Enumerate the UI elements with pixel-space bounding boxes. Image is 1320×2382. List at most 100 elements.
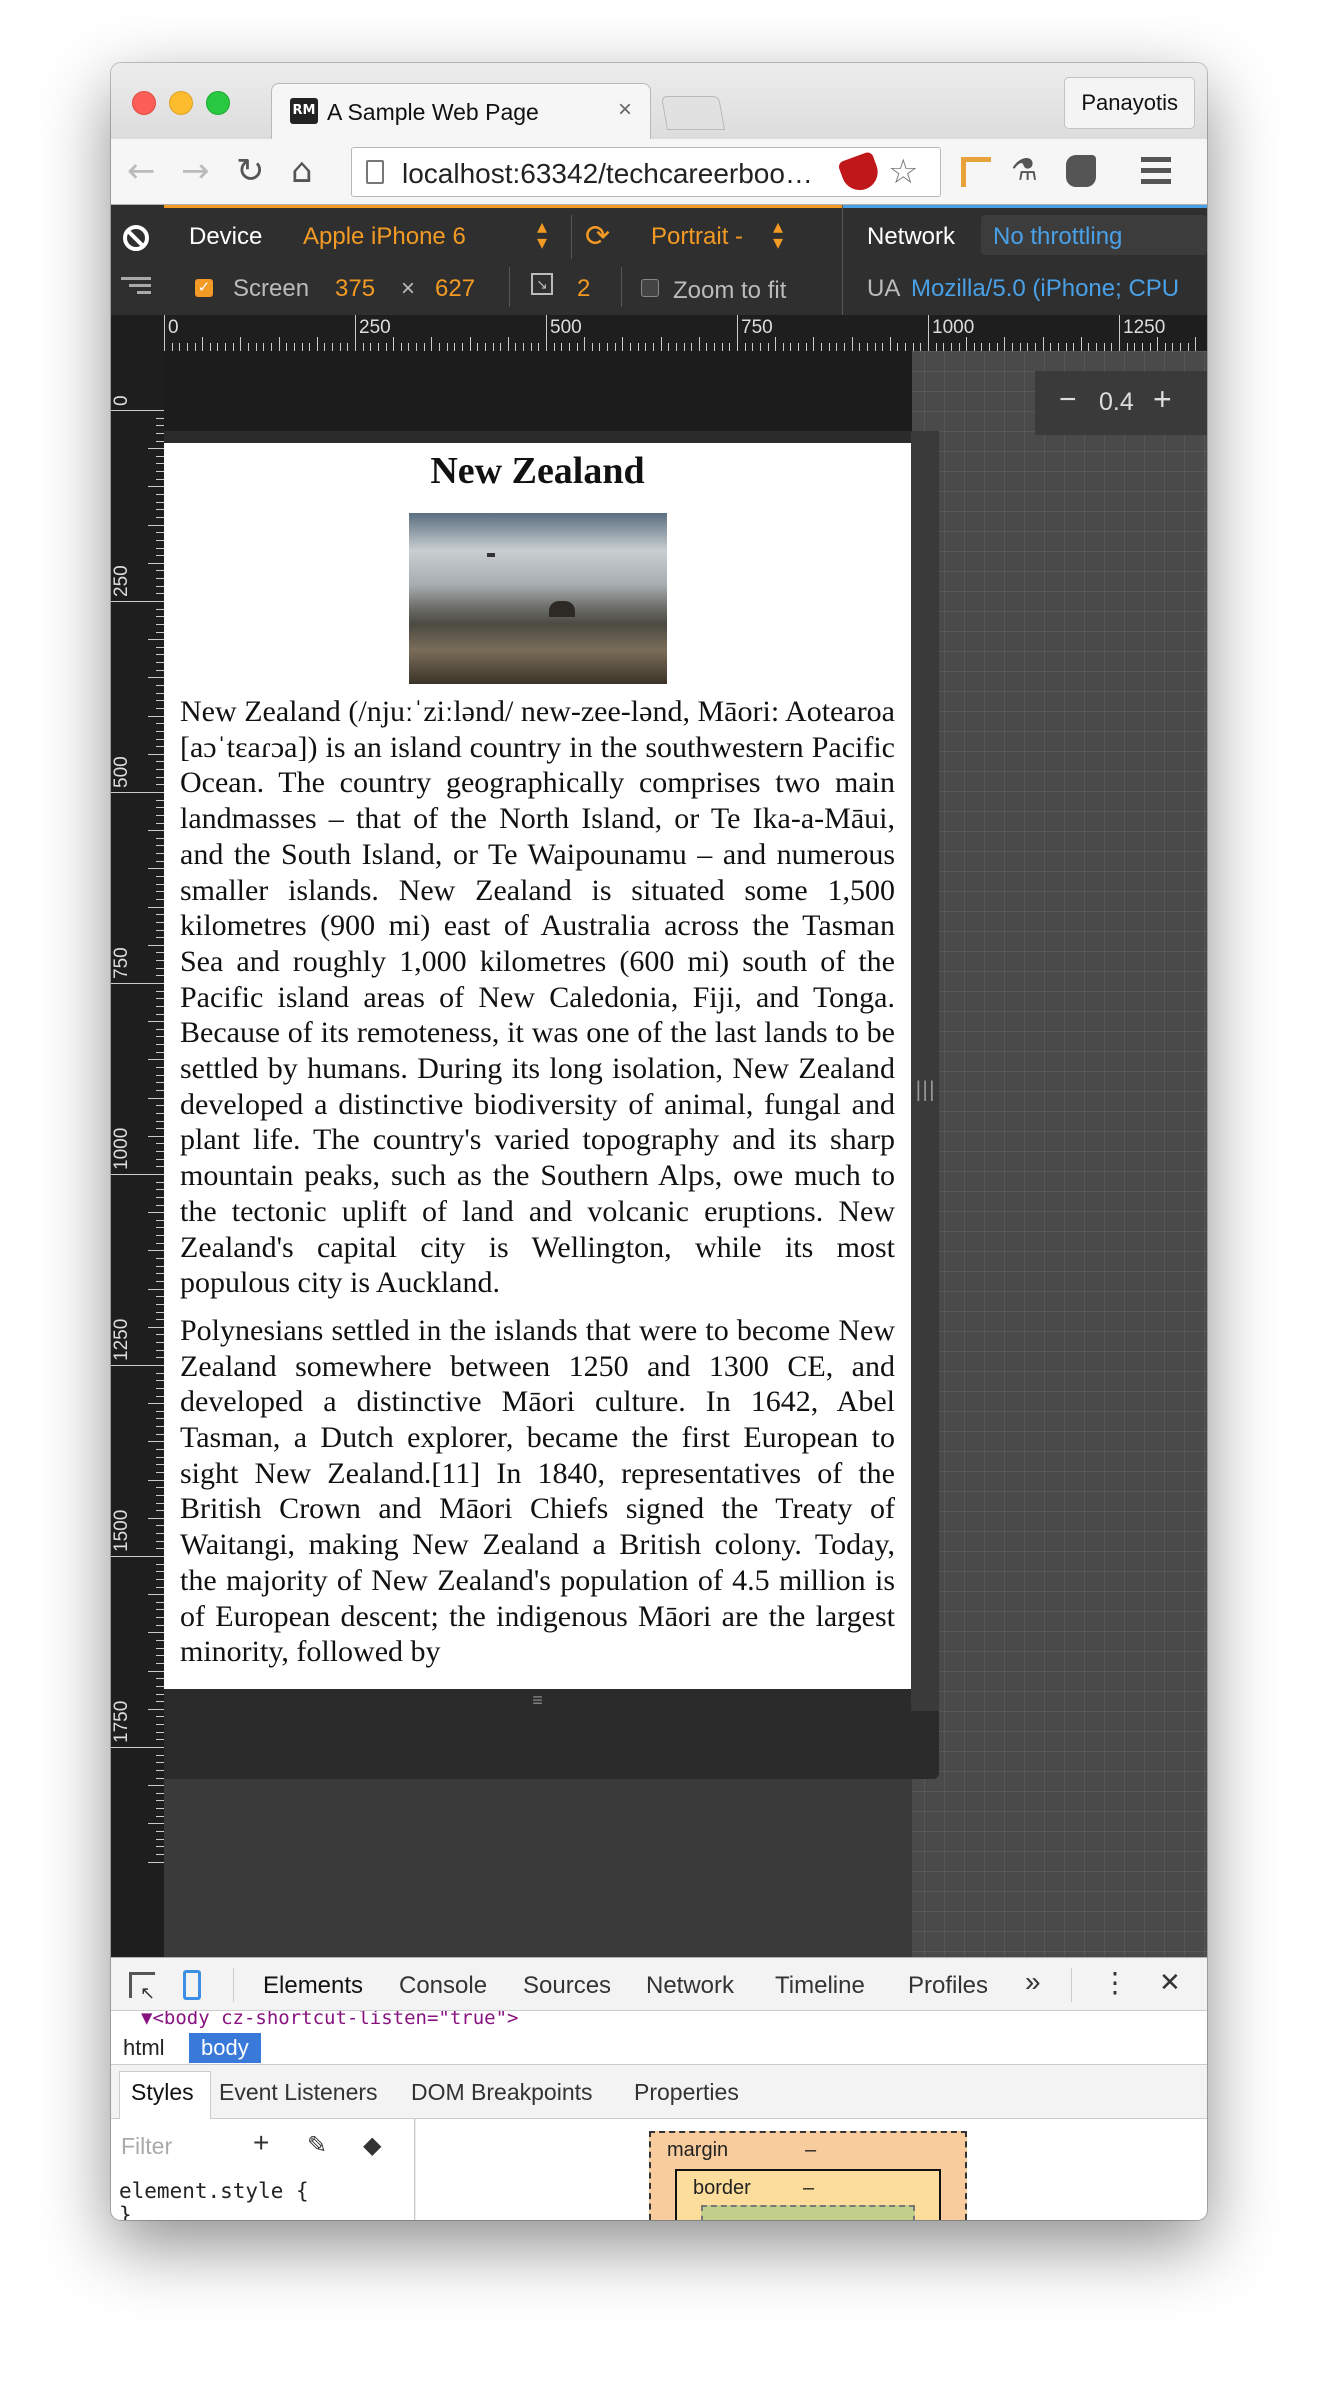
disable-device-mode-icon[interactable] xyxy=(123,225,149,251)
tab-console[interactable]: Console xyxy=(399,1972,487,2000)
orientation-select[interactable]: Portrait - xyxy=(651,223,743,251)
ruler-tick xyxy=(569,343,570,351)
inspect-element-icon[interactable]: ↖ xyxy=(129,1972,155,2003)
ruler-tick xyxy=(661,337,662,351)
new-tab-button[interactable] xyxy=(661,96,725,130)
dom-tree-line[interactable]: ▼<body cz-shortcut-listen="true"> xyxy=(111,2011,1207,2029)
close-window-button[interactable] xyxy=(132,91,156,115)
ruler-tick xyxy=(966,337,967,351)
screen-height[interactable]: 627 xyxy=(435,275,475,303)
home-icon[interactable]: ⌂ xyxy=(291,151,313,191)
rotate-icon[interactable]: ⟳ xyxy=(585,219,610,254)
ruler-tick xyxy=(111,410,164,411)
ruler-tick xyxy=(156,1205,164,1206)
ruler-tick xyxy=(156,1067,164,1068)
ruler-tick xyxy=(156,1686,164,1687)
address-bar[interactable]: localhost:63342/techcareerboo… ☆ xyxy=(351,147,941,197)
zoom-window-button[interactable] xyxy=(206,91,230,115)
more-tabs-icon[interactable]: » xyxy=(1025,1966,1041,1998)
styles-filter-input[interactable]: Filter xyxy=(121,2133,172,2160)
element-style-rule[interactable]: element.style { xyxy=(119,2179,309,2203)
back-arrow-icon[interactable]: ← xyxy=(127,151,156,191)
zoom-in-button[interactable]: + xyxy=(1153,383,1172,415)
subtab-styles[interactable]: Styles xyxy=(131,2079,194,2106)
box-model-padding[interactable] xyxy=(701,2205,915,2220)
ruler-tick xyxy=(852,337,853,351)
tab-close-icon[interactable]: × xyxy=(618,96,632,124)
browser-tab[interactable]: RM A Sample Web Page × xyxy=(271,83,651,141)
ruler-tick xyxy=(424,343,425,351)
ruler-tick xyxy=(156,914,164,915)
ruler-tick xyxy=(156,654,164,655)
ruler-tick xyxy=(1081,337,1082,351)
devtools-close-icon[interactable]: ✕ xyxy=(1159,1968,1181,1998)
zoom-out-button[interactable]: − xyxy=(1059,385,1077,415)
breadcrumb-body[interactable]: body xyxy=(189,2033,261,2063)
device-pixel-ratio[interactable]: 2 xyxy=(577,275,590,303)
menu-icon[interactable] xyxy=(1141,157,1171,185)
forward-arrow-icon[interactable]: → xyxy=(181,151,210,191)
ruler-tick xyxy=(1050,343,1051,351)
subtab-properties[interactable]: Properties xyxy=(634,2079,739,2106)
ruler-tick xyxy=(156,708,164,709)
ruler-tick xyxy=(859,343,860,351)
subtab-dom-breakpoints[interactable]: DOM Breakpoints xyxy=(411,2079,593,2106)
ruler-tick xyxy=(156,1052,164,1053)
tab-elements[interactable]: Elements xyxy=(263,1972,363,2000)
ruler-tick xyxy=(148,1594,164,1595)
border-label: border xyxy=(693,2177,751,2199)
device-select[interactable]: Apple iPhone 6 xyxy=(303,223,466,251)
subtab-event-listeners[interactable]: Event Listeners xyxy=(219,2079,378,2106)
ruler-tick xyxy=(760,343,761,351)
device-mode-icon[interactable] xyxy=(183,1970,201,2000)
ruby-extension-icon[interactable] xyxy=(837,150,883,196)
screen-checkbox[interactable]: ✓ xyxy=(195,279,213,297)
ruler-tick xyxy=(148,945,164,946)
box-model-border[interactable]: border – xyxy=(675,2169,941,2220)
tab-profiles[interactable]: Profiles xyxy=(908,1972,988,2000)
orientation-arrows-icon[interactable]: ▴ ▾ xyxy=(773,217,783,253)
eyedropper-icon[interactable]: ⚗ xyxy=(1011,153,1047,189)
dom-body-line[interactable]: ▼<body cz-shortcut-listen="true"> xyxy=(141,2011,519,2028)
ruler-tick xyxy=(156,1625,164,1626)
ruler-tick xyxy=(515,343,516,351)
ruler-tick xyxy=(897,343,898,351)
ruler-tick xyxy=(148,754,164,755)
ruler-tick xyxy=(156,823,164,824)
breadcrumb-html[interactable]: html xyxy=(111,2033,177,2063)
profile-button[interactable]: Panayotis xyxy=(1064,77,1195,129)
ua-value[interactable]: Mozilla/5.0 (iPhone; CPU xyxy=(911,275,1179,303)
tab-sources[interactable]: Sources xyxy=(523,1972,611,2000)
extension-icon[interactable] xyxy=(961,157,991,187)
ruler-label: 1000 xyxy=(111,1127,132,1170)
zoom-to-fit-checkbox[interactable] xyxy=(641,279,659,297)
ruler-tick xyxy=(156,1044,164,1045)
ruler-label: 500 xyxy=(550,317,582,338)
devtools-tab-bar: ↖ Elements Console Sources Network Timel… xyxy=(111,1957,1207,2011)
tab-title: A Sample Web Page xyxy=(327,99,539,125)
evernote-icon[interactable] xyxy=(1066,155,1096,187)
device-select-arrows-icon[interactable]: ▴ ▾ xyxy=(537,217,547,253)
screen-width[interactable]: 375 xyxy=(335,275,375,303)
ruler-tick xyxy=(806,343,807,351)
ruler-tick xyxy=(928,315,929,351)
pin-icon[interactable]: ✎ xyxy=(307,2131,327,2159)
bookmark-star-icon[interactable]: ☆ xyxy=(888,152,918,192)
ruler-tick xyxy=(156,853,164,854)
devtools-menu-icon[interactable]: ⋮ xyxy=(1101,1966,1129,1999)
browser-window: RM A Sample Web Page × Panayotis ← → ↻ ⌂… xyxy=(111,63,1207,2220)
ruler-tick xyxy=(156,991,164,992)
ruler-tick xyxy=(745,343,746,351)
ruler-tick xyxy=(355,315,356,351)
media-query-icon[interactable] xyxy=(121,277,151,297)
tab-network[interactable]: Network xyxy=(646,1972,734,2000)
box-model-margin[interactable]: margin – border – xyxy=(649,2131,967,2220)
tab-timeline[interactable]: Timeline xyxy=(775,1972,865,2000)
minimize-window-button[interactable] xyxy=(169,91,193,115)
ruler-tick xyxy=(156,1816,164,1817)
new-style-rule-icon[interactable]: + xyxy=(253,2127,269,2159)
width-resize-handle[interactable]: ||| xyxy=(911,431,939,1711)
height-resize-handle[interactable]: ≡ xyxy=(164,1689,911,1713)
toggle-state-icon[interactable]: ◆ xyxy=(363,2131,381,2159)
reload-icon[interactable]: ↻ xyxy=(236,151,265,191)
